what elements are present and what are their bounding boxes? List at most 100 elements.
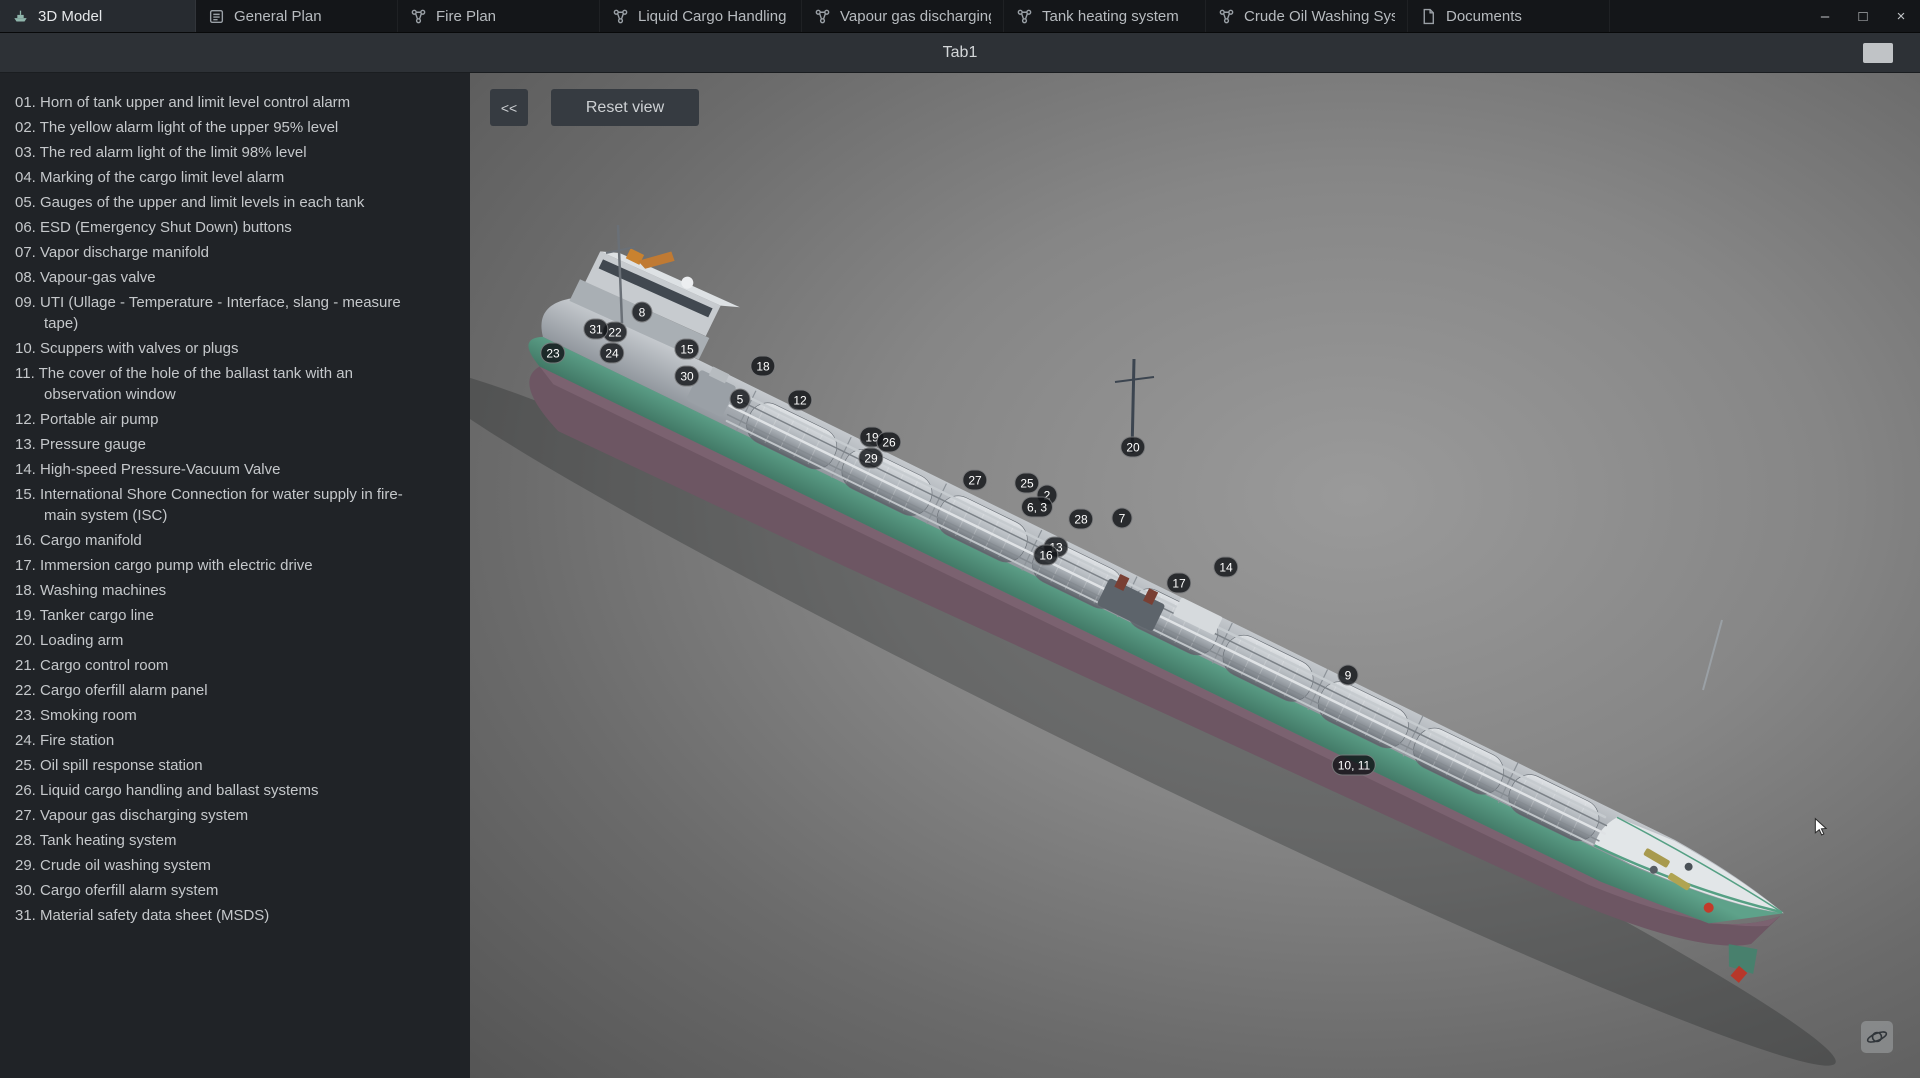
legend-item[interactable]: 15. International Shore Connection for w… <box>15 482 458 528</box>
ship-marker[interactable]: 25 <box>1014 473 1039 494</box>
legend-item[interactable]: 11. The cover of the hole of the ballast… <box>15 361 458 407</box>
legend-item[interactable]: 09. UTI (Ullage - Temperature - Interfac… <box>15 290 458 336</box>
reset-view-button[interactable]: Reset view <box>551 89 699 126</box>
collapse-panel-button[interactable]: << <box>490 89 528 126</box>
legend-item[interactable]: 04. Marking of the cargo limit level ala… <box>15 165 458 190</box>
ship-marker-label: 12 <box>793 393 806 407</box>
maximize-button[interactable]: □ <box>1844 0 1882 32</box>
ship-marker[interactable]: 14 <box>1213 557 1238 578</box>
legend-item[interactable]: 08. Vapour-gas valve <box>15 265 458 290</box>
tab[interactable]: Tank heating system <box>1004 0 1206 32</box>
ship-marker[interactable]: 31 <box>583 319 608 340</box>
ship-marker[interactable]: 23 <box>540 343 565 364</box>
legend-item[interactable]: 05. Gauges of the upper and limit levels… <box>15 190 458 215</box>
legend-item[interactable]: 16. Cargo manifold <box>15 528 458 553</box>
tab[interactable]: Liquid Cargo Handling <box>600 0 802 32</box>
ship-marker-label: 15 <box>680 342 693 356</box>
ship-marker[interactable]: 12 <box>787 390 812 411</box>
tab[interactable]: Fire Plan <box>398 0 600 32</box>
ship-marker-label: 23 <box>546 346 559 360</box>
legend-item[interactable]: 01. Horn of tank upper and limit level c… <box>15 90 458 115</box>
ship-marker-label: 18 <box>756 359 769 373</box>
system-icon <box>612 8 629 25</box>
ship-marker[interactable]: 9 <box>1338 665 1359 686</box>
legend-item-label: 23. Smoking room <box>15 707 137 724</box>
tab-label: General Plan <box>234 8 322 25</box>
tab[interactable]: Documents <box>1408 0 1610 32</box>
ship-marker[interactable]: 10, 11 <box>1332 755 1376 776</box>
legend-item[interactable]: 21. Cargo control room <box>15 653 458 678</box>
legend-item-label: 03. The red alarm light of the limit 98%… <box>15 144 307 161</box>
ship-marker[interactable]: 20 <box>1120 437 1145 458</box>
ship-marker[interactable]: 24 <box>599 343 624 364</box>
ship-marker[interactable]: 5 <box>730 389 751 410</box>
ship-marker[interactable]: 28 <box>1068 509 1093 530</box>
orbit-icon <box>1865 1025 1889 1049</box>
ship-marker[interactable]: 16 <box>1033 545 1058 566</box>
ship-marker[interactable]: 17 <box>1166 573 1191 594</box>
ship-marker[interactable]: 27 <box>962 470 987 491</box>
legend-item[interactable]: 10. Scuppers with valves or plugs <box>15 336 458 361</box>
legend-item[interactable]: 29. Crude oil washing system <box>15 853 458 878</box>
legend-item[interactable]: 22. Cargo oferfill alarm panel <box>15 678 458 703</box>
tab[interactable]: General Plan <box>196 0 398 32</box>
legend-item-label: 05. Gauges of the upper and limit levels… <box>15 194 364 211</box>
legend-item-label: 11. The cover of the hole of the ballast… <box>15 365 353 403</box>
legend-item-label: 06. ESD (Emergency Shut Down) buttons <box>15 219 292 236</box>
tanker-ship-3d-model[interactable] <box>470 73 1920 1078</box>
legend-item[interactable]: 27. Vapour gas discharging system <box>15 803 458 828</box>
ship-marker[interactable]: 6, 3 <box>1021 497 1053 518</box>
ship-marker[interactable]: 18 <box>750 356 775 377</box>
ship-marker[interactable]: 15 <box>674 339 699 360</box>
legend-item[interactable]: 14. High-speed Pressure-Vacuum Valve <box>15 457 458 482</box>
close-button[interactable]: × <box>1882 0 1920 32</box>
tab[interactable]: Crude Oil Washing Sys <box>1206 0 1408 32</box>
system-icon <box>410 8 427 25</box>
legend-item[interactable]: 03. The red alarm light of the limit 98%… <box>15 140 458 165</box>
minimize-button[interactable]: – <box>1806 0 1844 32</box>
ship-marker[interactable]: 29 <box>858 448 883 469</box>
tab[interactable]: Vapour gas discharging <box>802 0 1004 32</box>
system-icon <box>814 8 831 25</box>
legend-item[interactable]: 30. Cargo oferfill alarm system <box>15 878 458 903</box>
legend-item[interactable]: 18. Washing machines <box>15 578 458 603</box>
legend-item-label: 16. Cargo manifold <box>15 532 142 549</box>
legend-item[interactable]: 28. Tank heating system <box>15 828 458 853</box>
subheader-right-button[interactable] <box>1863 43 1893 63</box>
ship-marker-label: 27 <box>968 473 981 487</box>
legend-item[interactable]: 07. Vapor discharge manifold <box>15 240 458 265</box>
ship-marker[interactable]: 30 <box>674 366 699 387</box>
legend-item-label: 28. Tank heating system <box>15 832 176 849</box>
document-icon <box>1420 8 1437 25</box>
ship-marker-label: 8 <box>639 305 646 319</box>
orbit-view-button[interactable] <box>1861 1021 1893 1053</box>
ship-marker-label: 22 <box>608 325 621 339</box>
tab[interactable]: 3D Model <box>0 0 196 32</box>
chevron-down-icon[interactable] <box>426 219 444 237</box>
ship-marker[interactable]: 8 <box>632 302 653 323</box>
ship-marker-label: 10, 11 <box>1338 758 1370 772</box>
legend-item-label: 26. Liquid cargo handling and ballast sy… <box>15 782 319 799</box>
window-control-glyph: – <box>1821 8 1829 25</box>
legend-item[interactable]: 24. Fire station <box>15 728 458 753</box>
ship-marker[interactable]: 7 <box>1112 508 1133 529</box>
legend-item[interactable]: 25. Oil spill response station <box>15 753 458 778</box>
legend-item[interactable]: 19. Tanker cargo line <box>15 603 458 628</box>
main-content: 01. Horn of tank upper and limit level c… <box>0 73 1920 1078</box>
legend-sidebar: 01. Horn of tank upper and limit level c… <box>0 73 470 1078</box>
legend-item[interactable]: 20. Loading arm <box>15 628 458 653</box>
ship-marker-label: 29 <box>864 451 877 465</box>
ship-marker[interactable]: 26 <box>876 432 901 453</box>
legend-item-label: 07. Vapor discharge manifold <box>15 244 209 261</box>
legend-item[interactable]: 17. Immersion cargo pump with electric d… <box>15 553 458 578</box>
legend-item[interactable]: 13. Pressure gauge <box>15 432 458 457</box>
legend-item[interactable]: 02. The yellow alarm light of the upper … <box>15 115 458 140</box>
legend-item[interactable]: 12. Portable air pump <box>15 407 458 432</box>
legend-item[interactable]: 31. Material safety data sheet (MSDS) <box>15 903 458 928</box>
system-icon <box>1218 8 1235 25</box>
legend-item[interactable]: 06. ESD (Emergency Shut Down) buttons <box>15 215 458 240</box>
viewport-3d[interactable]: 8 22 31 23 24 15 <box>470 73 1920 1078</box>
subheader-bar: Tab1 <box>0 33 1920 73</box>
legend-item[interactable]: 23. Smoking room <box>15 703 458 728</box>
legend-item[interactable]: 26. Liquid cargo handling and ballast sy… <box>15 778 458 803</box>
